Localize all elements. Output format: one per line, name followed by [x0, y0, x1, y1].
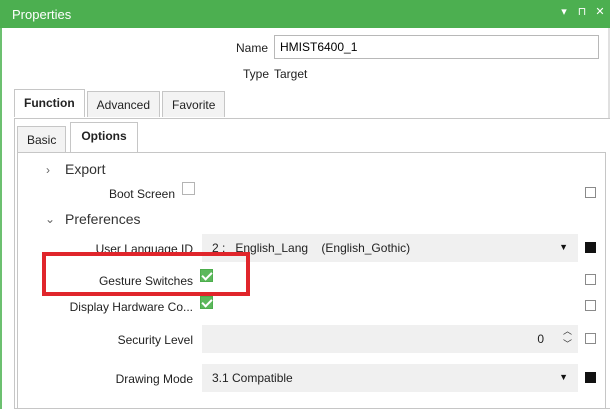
boot-screen-checkbox[interactable] [182, 182, 195, 195]
pin-icon[interactable]: ⊓ [576, 5, 588, 18]
drawing-mode-value: 3.1 Compatible [212, 371, 293, 385]
security-level-value: 0 [537, 332, 544, 346]
window-controls: ▾ ⊓ ✕ [558, 5, 606, 18]
display-hardware-checkbox[interactable] [200, 296, 213, 309]
boot-screen-default-checkbox[interactable] [585, 187, 596, 198]
dropdown-icon[interactable]: ▾ [558, 5, 570, 18]
security-level-label: Security Level [117, 333, 193, 347]
close-icon[interactable]: ✕ [594, 5, 606, 18]
spin-arrows-icon[interactable]: ︿ ﹀ [563, 325, 572, 351]
user-language-value: 2 : English_Lang (English_Gothic) [212, 241, 411, 255]
security-level-stepper[interactable]: 0 ︿ ﹀ [202, 325, 578, 353]
boot-screen-label: Boot Screen [108, 187, 175, 201]
dropdown-arrow-icon: ▼ [559, 242, 568, 252]
display-hardware-default-checkbox[interactable] [585, 300, 596, 311]
drawing-mode-select[interactable]: 3.1 Compatible ▼ [202, 364, 578, 392]
left-edge [0, 28, 2, 409]
user-language-label: User Language ID [95, 242, 193, 256]
gesture-default-checkbox[interactable] [585, 274, 596, 285]
drawing-mode-label: Drawing Mode [115, 372, 193, 386]
display-hardware-label: Display Hardware Co... [69, 300, 193, 314]
user-language-select[interactable]: 2 : English_Lang (English_Gothic) ▼ [202, 234, 578, 262]
gesture-switches-label: Gesture Switches [98, 274, 193, 288]
user-language-default-checkbox[interactable] [585, 242, 596, 253]
type-value: Target [274, 67, 308, 81]
window-titlebar: Properties ▾ ⊓ ✕ [0, 0, 610, 28]
section-export[interactable]: Export [65, 161, 105, 177]
type-label: Type [243, 67, 270, 81]
chevron-down-icon[interactable]: ⌄ [45, 212, 55, 226]
section-preferences[interactable]: Preferences [65, 211, 140, 227]
dropdown-arrow-icon: ▼ [559, 372, 568, 382]
tab-advanced[interactable]: Advanced [86, 91, 161, 117]
drawing-mode-default-checkbox[interactable] [585, 372, 596, 383]
tab-options[interactable]: Options [70, 122, 138, 152]
window-title: Properties [12, 6, 72, 22]
gesture-switches-checkbox[interactable] [200, 269, 213, 282]
main-tabs: Function Advanced Favorite [14, 89, 227, 117]
sub-tabs: Basic Options [17, 122, 142, 152]
tab-function[interactable]: Function [14, 89, 85, 117]
name-input[interactable] [274, 35, 599, 59]
tab-basic[interactable]: Basic [17, 126, 67, 152]
tab-favorite[interactable]: Favorite [162, 91, 226, 117]
security-default-checkbox[interactable] [585, 333, 596, 344]
name-label: Name [236, 41, 269, 55]
chevron-right-icon[interactable]: › [46, 163, 50, 177]
